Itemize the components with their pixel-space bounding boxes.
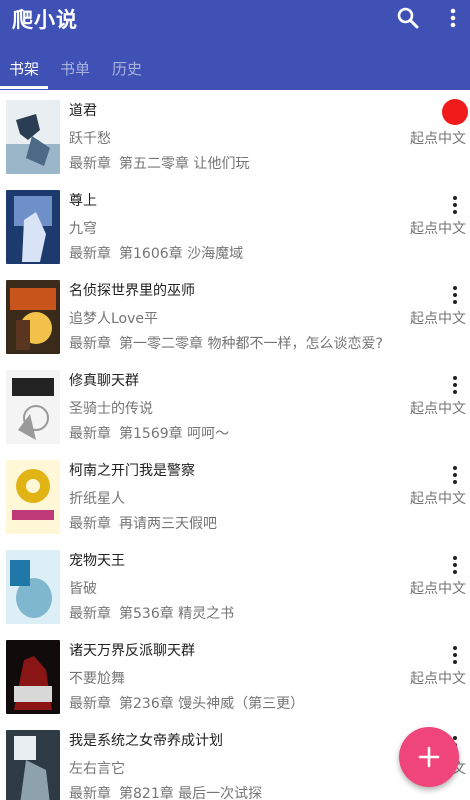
app-screen: 爬小说 书架 书单 历史 道君 跃千愁 最新章 第五二零章 让他们玩 起点中文 … [0,0,470,800]
book-cover [6,190,60,264]
book-menu-button[interactable] [448,646,462,666]
book-author: 折纸星人 [69,491,125,507]
latest-label: 最新章 [69,606,111,622]
book-latest-chapter: 最新章 第五二零章 让他们玩 [69,153,249,173]
book-title: 尊上 [69,193,97,209]
book-menu-button[interactable] [448,196,462,216]
book-menu-button[interactable] [448,286,462,306]
book-menu-button[interactable] [448,466,462,486]
tab-bar: 书架 书单 历史 [0,50,470,90]
book-author: 追梦人Love平 [69,311,159,327]
book-menu-button[interactable] [448,376,462,396]
update-badge [442,99,468,125]
book-author: 圣骑士的传说 [69,401,153,417]
book-title: 道君 [69,103,97,119]
book-author: 左右言它 [69,761,125,777]
book-cover [6,730,60,800]
latest-chapter-text: 第一零二零章 物种都不一样，怎么谈恋爱? [119,336,383,352]
book-row[interactable]: 尊上 九穹 最新章 第1606章 沙海魔域 起点中文 [0,180,470,270]
latest-label: 最新章 [69,246,111,262]
book-title: 我是系统之女帝养成计划 [69,733,223,749]
book-row[interactable]: 道君 跃千愁 最新章 第五二零章 让他们玩 起点中文 [0,90,470,180]
book-row[interactable]: 宠物天王 皆破 最新章 第536章 精灵之书 起点中文 [0,540,470,630]
book-source: 起点中文 [410,311,466,327]
active-tab-indicator [0,86,48,89]
book-author: 皆破 [69,581,97,597]
book-title: 柯南之开门我是警察 [69,463,195,479]
book-latest-chapter: 最新章 第536章 精灵之书 [69,603,234,623]
book-latest-chapter: 最新章 第1606章 沙海魔域 [69,243,243,263]
book-cover [6,550,60,624]
search-button[interactable] [394,4,422,32]
book-title: 名侦探世界里的巫师 [69,283,195,299]
book-row[interactable]: 修真聊天群 圣骑士的传说 最新章 第1569章 呵呵～ 起点中文 [0,360,470,450]
overflow-menu-button[interactable] [440,4,466,32]
latest-label: 最新章 [69,516,111,532]
book-source: 起点中文 [410,581,466,597]
book-source: 起点中文 [410,221,466,237]
book-list: 道君 跃千愁 最新章 第五二零章 让他们玩 起点中文 尊上 九穹 最新章 第1606… [0,90,470,800]
latest-chapter-text: 第821章 最后一次试探 [119,786,263,800]
more-vert-icon [450,8,456,28]
latest-chapter-text: 第1569章 呵呵～ [119,426,230,442]
book-menu-button[interactable] [448,556,462,576]
latest-label: 最新章 [69,336,111,352]
latest-label: 最新章 [69,156,111,172]
book-latest-chapter: 最新章 第1569章 呵呵～ [69,423,229,443]
book-latest-chapter: 最新章 第821章 最后一次试探 [69,783,262,800]
book-latest-chapter: 最新章 第一零二零章 物种都不一样，怎么谈恋爱? [69,333,383,353]
latest-label: 最新章 [69,426,111,442]
latest-chapter-text: 第236章 馒头神威（第三更） [119,696,305,712]
latest-label: 最新章 [69,696,111,712]
book-cover [6,370,60,444]
book-cover [6,280,60,354]
app-bar: 爬小说 书架 书单 历史 [0,0,470,90]
book-author: 跃千愁 [69,131,111,147]
book-source: 起点中文 [410,131,466,147]
book-latest-chapter: 最新章 再请两三天假吧 [69,513,217,533]
book-source: 起点中文 [410,401,466,417]
book-row[interactable]: 名侦探世界里的巫师 追梦人Love平 最新章 第一零二零章 物种都不一样，怎么谈恋… [0,270,470,360]
book-cover [6,460,60,534]
book-author: 九穹 [69,221,97,237]
latest-chapter-text: 第1606章 沙海魔域 [119,246,244,262]
book-latest-chapter: 最新章 第236章 馒头神威（第三更） [69,693,304,713]
tab-bookshelf[interactable]: 书架 [9,58,39,79]
latest-chapter-text: 第536章 精灵之书 [119,606,235,622]
book-cover [6,100,60,174]
latest-chapter-text: 第五二零章 让他们玩 [119,156,250,172]
book-row[interactable]: 柯南之开门我是警察 折纸星人 最新章 再请两三天假吧 起点中文 [0,450,470,540]
plus-icon [418,746,440,768]
book-source: 起点中文 [410,671,466,687]
latest-chapter-text: 再请两三天假吧 [119,516,217,532]
add-book-fab[interactable] [399,727,459,787]
book-row[interactable]: 诸天万界反派聊天群 不要尬舞 最新章 第236章 馒头神威（第三更） 起点中文 [0,630,470,720]
book-source: 起点中文 [410,491,466,507]
book-cover [6,640,60,714]
search-icon [397,7,419,29]
book-title: 修真聊天群 [69,373,139,389]
book-title: 诸天万界反派聊天群 [69,643,195,659]
book-title: 宠物天王 [69,553,125,569]
latest-label: 最新章 [69,786,111,800]
tab-history[interactable]: 历史 [112,58,142,79]
app-title: 爬小说 [12,8,78,32]
tab-booklist[interactable]: 书单 [60,58,90,79]
book-author: 不要尬舞 [69,671,125,687]
